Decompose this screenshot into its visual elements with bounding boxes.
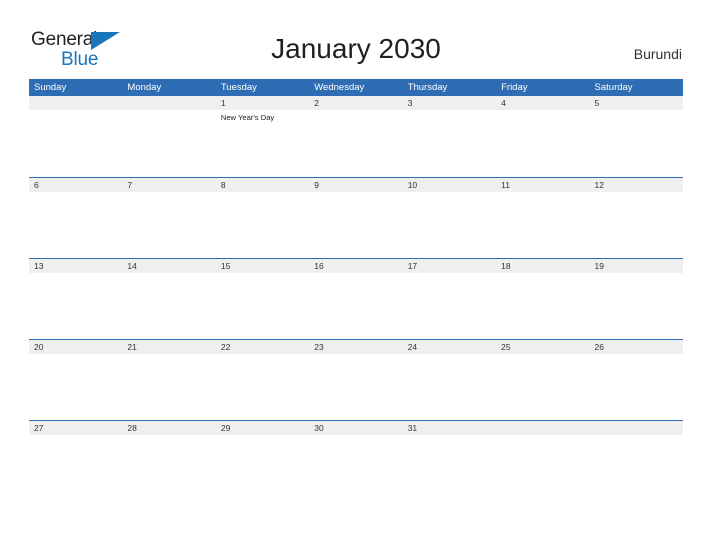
calendar-day-cell[interactable]: 16 bbox=[309, 259, 402, 340]
calendar-day-cell[interactable]: 20 bbox=[29, 340, 122, 421]
day-number: 16 bbox=[314, 261, 324, 271]
day-number: 9 bbox=[314, 180, 319, 190]
calendar-week-row: 27 28 29 30 31 bbox=[29, 420, 683, 501]
day-number: 15 bbox=[220, 261, 231, 271]
day-number: 19 bbox=[594, 261, 604, 271]
calendar-day-cell[interactable]: 18 bbox=[496, 259, 589, 340]
holiday-label: New Year's Day bbox=[220, 113, 275, 122]
day-number: 3 bbox=[407, 98, 413, 108]
day-number: 11 bbox=[501, 180, 510, 190]
weekday-header-friday: Friday bbox=[501, 82, 528, 93]
day-number: 2 bbox=[314, 98, 319, 108]
calendar-day-cell[interactable]: 19 bbox=[590, 259, 683, 340]
calendar-day-cell[interactable]: 30 bbox=[309, 421, 402, 502]
weekday-header-wednesday: Wednesday bbox=[314, 82, 365, 93]
calendar-day-cell[interactable]: 3 bbox=[403, 96, 496, 177]
calendar-day-cell[interactable]: 26 bbox=[590, 340, 683, 421]
calendar-week-row: 1 New Year's Day 2 3 4 5 bbox=[29, 96, 683, 177]
calendar-day-cell-empty bbox=[590, 421, 683, 502]
day-number: 24 bbox=[407, 342, 418, 352]
day-number: 27 bbox=[34, 423, 44, 433]
day-number: 26 bbox=[594, 342, 604, 352]
day-number: 18 bbox=[501, 261, 511, 271]
day-number: 13 bbox=[34, 261, 44, 271]
calendar-day-cell[interactable]: 6 bbox=[29, 178, 122, 259]
calendar-day-cell[interactable]: 22 bbox=[216, 340, 309, 421]
calendar-week-row: 13 14 15 16 17 18 19 bbox=[29, 258, 683, 339]
calendar-day-cell[interactable]: 1 New Year's Day bbox=[216, 96, 309, 177]
calendar-day-cell[interactable]: 14 bbox=[122, 259, 215, 340]
calendar-day-cell[interactable]: 13 bbox=[29, 259, 122, 340]
calendar-table: Sunday Monday Tuesday Wednesday Thursday Frid… bbox=[29, 79, 683, 501]
day-number: 7 bbox=[127, 180, 133, 190]
calendar-day-cell[interactable]: 29 bbox=[216, 421, 309, 502]
day-number: 12 bbox=[594, 180, 604, 190]
calendar-day-cell-empty bbox=[122, 96, 215, 177]
calendar-page: General Blue January 2030 Burundi Sunday… bbox=[0, 0, 712, 550]
day-number: 29 bbox=[220, 423, 231, 433]
week-cells: 27 28 29 30 31 bbox=[29, 421, 683, 502]
calendar-day-cell[interactable]: 21 bbox=[122, 340, 215, 421]
day-number: 17 bbox=[407, 261, 418, 271]
page-header: General Blue January 2030 Burundi bbox=[0, 0, 712, 78]
calendar-day-cell[interactable]: 7 bbox=[122, 178, 215, 259]
calendar-day-cell[interactable]: 28 bbox=[122, 421, 215, 502]
weekday-header-tuesday: Tuesday bbox=[220, 82, 257, 93]
day-number: 8 bbox=[220, 180, 226, 190]
week-cells: 13 14 15 16 17 18 19 bbox=[29, 259, 683, 340]
day-number: 4 bbox=[501, 98, 506, 108]
day-number: 10 bbox=[407, 180, 418, 190]
calendar-day-cell[interactable]: 31 bbox=[403, 421, 496, 502]
week-cells: 1 New Year's Day 2 3 4 5 bbox=[29, 96, 683, 177]
day-events: New Year's Day bbox=[221, 110, 309, 123]
day-number: 25 bbox=[501, 342, 511, 352]
calendar-week-row: 20 21 22 23 24 25 26 bbox=[29, 339, 683, 420]
weekday-header-sunday: Sunday bbox=[34, 82, 67, 93]
calendar-body: 1 New Year's Day 2 3 4 5 6 7 8 9 10 11 12 13 14 15 16 17 1… bbox=[29, 96, 683, 501]
week-cells: 20 21 22 23 24 25 26 bbox=[29, 340, 683, 421]
calendar-day-cell[interactable]: 9 bbox=[309, 178, 402, 259]
calendar-weekday-header-row: Sunday Monday Tuesday Wednesday Thursday Frid… bbox=[29, 79, 683, 96]
calendar-day-cell[interactable]: 8 bbox=[216, 178, 309, 259]
day-number: 20 bbox=[34, 342, 44, 352]
calendar-day-cell[interactable]: 5 bbox=[590, 96, 683, 177]
day-number: 31 bbox=[407, 423, 418, 433]
calendar-day-cell[interactable]: 25 bbox=[496, 340, 589, 421]
weekday-header-thursday: Thursday bbox=[407, 82, 448, 93]
calendar-day-cell[interactable]: 12 bbox=[590, 178, 683, 259]
day-number: 21 bbox=[127, 342, 137, 352]
day-number: 28 bbox=[127, 423, 137, 433]
day-number: 30 bbox=[314, 423, 324, 433]
calendar-day-cell[interactable]: 2 bbox=[309, 96, 402, 177]
day-number: 5 bbox=[594, 98, 600, 108]
calendar-day-cell[interactable]: 23 bbox=[309, 340, 402, 421]
day-number: 1 bbox=[220, 98, 226, 108]
weekday-header-monday: Monday bbox=[127, 82, 162, 93]
day-number: 22 bbox=[220, 342, 231, 352]
page-title: January 2030 bbox=[271, 33, 441, 64]
calendar-day-cell[interactable]: 11 bbox=[496, 178, 589, 259]
calendar-day-cell-empty bbox=[496, 421, 589, 502]
day-number: 23 bbox=[314, 342, 324, 352]
calendar-week-row: 6 7 8 9 10 11 12 bbox=[29, 177, 683, 258]
week-cells: 6 7 8 9 10 11 12 bbox=[29, 178, 683, 259]
calendar-day-cell[interactable]: 24 bbox=[403, 340, 496, 421]
calendar-day-cell[interactable]: 10 bbox=[403, 178, 496, 259]
weekday-header-saturday: Saturday bbox=[594, 82, 633, 93]
calendar-day-cell-empty bbox=[29, 96, 122, 177]
day-number: 6 bbox=[34, 180, 39, 190]
country-label: Burundi bbox=[633, 46, 682, 62]
calendar-day-cell[interactable]: 15 bbox=[216, 259, 309, 340]
calendar-day-cell[interactable]: 4 bbox=[496, 96, 589, 177]
calendar-day-cell[interactable]: 27 bbox=[29, 421, 122, 502]
calendar-day-cell[interactable]: 17 bbox=[403, 259, 496, 340]
day-number: 14 bbox=[127, 261, 137, 271]
